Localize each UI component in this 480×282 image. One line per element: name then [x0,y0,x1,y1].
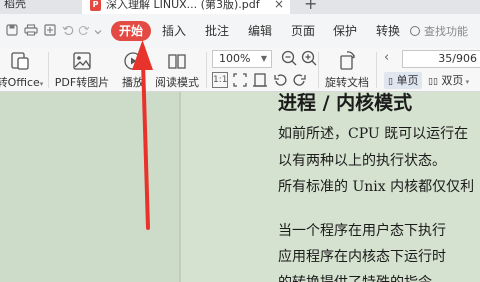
menu-edit[interactable]: 编辑 [248,24,272,38]
zoom-value: 100% [219,52,251,65]
new-tab-icon[interactable]: + [304,0,317,12]
zoom-out-icon[interactable] [280,49,298,67]
pdf-file-icon: P [90,0,101,11]
rotate-document-label: 旋转文档 [325,76,369,89]
save-icon[interactable] [6,24,18,39]
single-page-button[interactable]: ▯ 单页 [384,72,423,89]
fit-page-icon[interactable] [232,72,248,88]
paragraph-line: 的转换提供了特殊的指令。 [278,272,446,282]
paragraph-line: 应用程序在内核态下运行时 [278,249,446,265]
page-number-input[interactable]: 35/906 [402,50,480,68]
chevron-down-icon: ▼ [260,54,267,63]
menu-comment[interactable]: 批注 [205,24,229,38]
export-icon[interactable] [44,24,56,39]
ribbon-divider [318,52,319,88]
rotate-document-button[interactable]: 旋转文档 [324,50,370,90]
ribbon-toolbar: 转Office▾ PDF转图片 播放 阅读模式 100% ▼ 1:1 旋转文档 … [0,48,480,92]
menu-bar: 开始 插入 批注 编辑 页面 保护 转换 查找功能 [0,14,480,48]
double-page-button[interactable]: ▯▯ 双页 ▾ [428,72,469,91]
search-function[interactable]: 查找功能 [410,22,480,42]
redo-icon[interactable] [78,24,90,39]
ribbon-divider [206,52,207,88]
read-mode-label: 阅读模式 [155,76,199,89]
menu-convert[interactable]: 转换 [376,24,400,38]
ribbon-divider [376,52,377,88]
menu-page[interactable]: 页面 [291,24,315,38]
actual-size-icon[interactable]: 1:1 [212,72,228,88]
pdf-to-image-label: PDF转图片 [54,76,110,89]
chevron-down-icon[interactable] [94,25,102,39]
paragraph-line: 所有标准的 Unix 内核都仅仅利 [278,179,475,195]
rotate-document-icon [340,51,355,70]
print-icon[interactable] [24,24,38,39]
title-tab-bar: 稻壳 P 深入理解 LINUX... (第3版).pdf × + [0,0,480,14]
pdf-page: 进程 / 内核模式 如前所述，CPU 既可以运行在 以有两种以上的执行状态。 所… [181,92,480,282]
menu-start[interactable]: 开始 [111,21,151,41]
to-office-button[interactable]: 转Office▾ [0,50,44,90]
zoom-select[interactable]: 100% ▼ [212,50,272,68]
to-office-label: 转Office [0,76,40,89]
document-viewer[interactable]: 进程 / 内核模式 如前所述，CPU 既可以运行在 以有两种以上的执行状态。 所… [0,92,480,282]
read-mode-button[interactable]: 阅读模式 [152,50,202,90]
ribbon-divider [48,52,49,88]
convert-office-icon [11,52,29,70]
rotate-left-icon[interactable] [272,72,288,88]
search-icon [410,26,420,36]
zoom-in-icon[interactable] [300,49,318,67]
section-heading: 进程 / 内核模式 [278,92,413,114]
paragraph-line: 如前所述，CPU 既可以运行在 [278,126,469,142]
book-icon [168,54,186,69]
play-button[interactable]: 播放 [118,50,148,90]
search-placeholder: 查找功能 [424,25,468,38]
play-label: 播放 [122,76,144,89]
docer-tab[interactable]: 稻壳 [0,0,32,13]
paragraph-line: 当一个程序在用户态下执行 [278,223,446,239]
single-page-label: 单页 [396,74,419,87]
rotate-right-icon[interactable] [292,72,308,88]
play-icon [124,52,142,70]
document-tab[interactable]: P 深入理解 LINUX... (第3版).pdf × [82,0,290,14]
pdf-to-image-button[interactable]: PDF转图片 [54,50,110,90]
undo-icon[interactable] [62,24,74,39]
previous-page-icon[interactable]: ‹ [384,50,389,65]
double-page-label: 双页 [441,74,464,87]
menu-protect[interactable]: 保护 [333,24,357,38]
paragraph-line: 以有两种以上的执行状态。 [278,153,446,169]
fit-width-icon[interactable] [252,72,268,88]
menu-insert[interactable]: 插入 [162,24,186,38]
close-tab-icon[interactable]: × [274,0,284,12]
image-icon [73,52,91,70]
document-tab-title: 深入理解 LINUX... (第3版).pdf [106,0,260,11]
